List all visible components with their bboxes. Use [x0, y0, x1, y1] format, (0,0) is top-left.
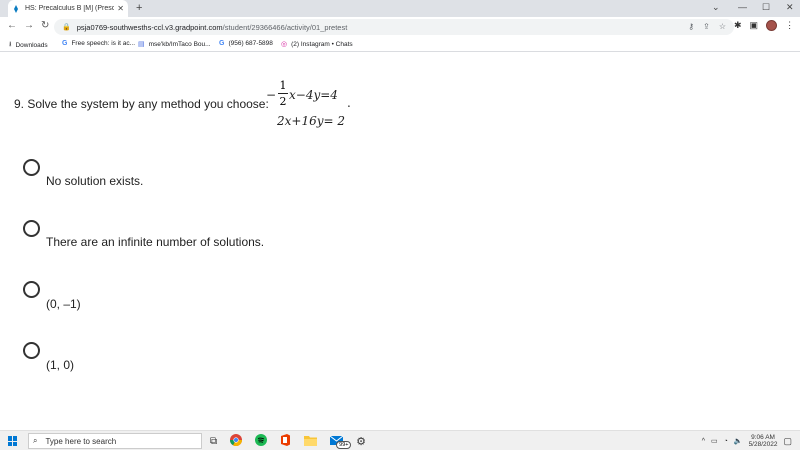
sidepanel-icon[interactable]: ▣: [750, 20, 759, 31]
share-icon[interactable]: ⇪: [703, 22, 710, 31]
fraction-bar: [278, 93, 288, 94]
clock-time: 9:06 AM: [751, 434, 775, 441]
page-content: 9. Solve the system by any method you ch…: [0, 52, 800, 430]
fraction-numerator: 1: [279, 79, 287, 92]
bookmark-label: (2) Instagram • Chats: [291, 40, 353, 48]
bookmark-label: (956) 687-5898: [228, 40, 273, 47]
option-label-3[interactable]: (0, –1): [46, 297, 81, 311]
address-bar[interactable]: 🔒 psja0769-southwesths-ccl.v3.gradpoint.…: [54, 19, 734, 35]
tab-title: HS: Precalculus B [M] (Prescriptio: [25, 5, 115, 12]
forward-icon[interactable]: →: [24, 20, 34, 31]
network-icon[interactable]: ◔: [724, 438, 728, 445]
system-tray: ^ ▭ ◔ 🔈 9:06 AM 5/28/2022 ▢: [702, 434, 792, 448]
url-host: psja0769-southwesths-ccl.v3.gradpoint.co…: [76, 22, 223, 32]
doc-icon: ▤: [138, 41, 145, 48]
bookmark-free-speech[interactable]: G Free speech: is it ac...: [62, 40, 135, 47]
battery-icon[interactable]: ▭: [711, 437, 718, 445]
fraction-denominator: 2: [279, 95, 287, 108]
bookmark-label: Downloads: [15, 42, 48, 49]
equation-1: x−4y=4: [289, 88, 338, 102]
key-icon[interactable]: ⚷: [688, 22, 694, 31]
url-path: /student/29366466/activity/01_pretest: [222, 22, 348, 32]
google-icon: G: [219, 40, 225, 47]
taskbar-search[interactable]: ⌕ Type here to search: [28, 433, 202, 449]
notifications-icon[interactable]: ▢: [783, 436, 792, 447]
tab-search-icon[interactable]: ⌄: [712, 2, 720, 13]
task-view-icon[interactable]: ⧉: [210, 436, 217, 447]
spotify-icon[interactable]: [255, 434, 268, 449]
volume-icon[interactable]: 🔈: [734, 437, 743, 445]
taskbar-clock[interactable]: 9:06 AM 5/28/2022: [749, 434, 778, 448]
browser-tab[interactable]: HS: Precalculus B [M] (Prescriptio ✕: [8, 0, 128, 17]
maximize-icon[interactable]: ☐: [762, 2, 770, 13]
browser-toolbar: ← → ↻ 🔒 psja0769-southwesths-ccl.v3.grad…: [0, 17, 800, 37]
equation-dot: .: [347, 96, 351, 110]
radio-option-3[interactable]: [23, 281, 40, 298]
bookmark-imtaco[interactable]: ▤ mse'kb/ImTaco Bou...: [138, 40, 211, 49]
fraction: 1 2: [278, 79, 288, 108]
radio-option-2[interactable]: [23, 220, 40, 237]
instagram-icon: ◎: [281, 41, 288, 48]
minimize-icon[interactable]: —: [738, 2, 747, 12]
tab-close-icon[interactable]: ✕: [117, 4, 124, 13]
download-icon: ⭳: [9, 41, 12, 48]
back-icon[interactable]: ←: [7, 20, 17, 31]
chrome-icon[interactable]: [230, 434, 243, 449]
radio-option-1[interactable]: [23, 159, 40, 176]
taskbar-search-placeholder: Type here to search: [45, 436, 117, 446]
profile-avatar[interactable]: [766, 20, 778, 31]
windows-taskbar: ⌕ Type here to search ⧉ 99+ ⚙ ^ ▭ ◔ 🔈 9:…: [0, 430, 800, 450]
windows-start-icon[interactable]: [8, 436, 18, 446]
search-icon: ⌕: [33, 436, 38, 445]
new-tab-button[interactable]: +: [136, 2, 142, 14]
bookmark-label: mse'kb/ImTaco Bou...: [148, 40, 211, 48]
bookmark-label: Free speech: is it ac...: [71, 40, 136, 47]
mail-badge: 99+: [336, 440, 352, 449]
bookmark-downloads[interactable]: ⭳ Downloads: [9, 40, 48, 51]
star-icon[interactable]: ☆: [719, 22, 726, 31]
bookmark-instagram[interactable]: ◎ (2) Instagram • Chats: [281, 40, 353, 49]
chevron-up-icon[interactable]: ^: [702, 438, 705, 445]
reload-icon[interactable]: ↻: [41, 20, 49, 31]
gradpoint-icon: [12, 4, 20, 13]
clock-date: 5/28/2022: [748, 441, 778, 448]
extensions-icon[interactable]: ✱: [734, 20, 742, 31]
option-label-1[interactable]: No solution exists.: [46, 174, 143, 188]
bookmark-phone[interactable]: G (956) 687-5898: [219, 40, 273, 47]
question-prompt: 9. Solve the system by any method you ch…: [14, 97, 269, 111]
office-icon[interactable]: [280, 434, 291, 449]
settings-icon[interactable]: ⚙: [356, 435, 366, 448]
close-window-icon[interactable]: ✕: [786, 2, 794, 13]
bookmarks-bar: ⭳ Downloads G Free speech: is it ac... ▤…: [0, 37, 800, 52]
file-explorer-icon[interactable]: [304, 435, 318, 449]
google-icon: G: [62, 40, 68, 47]
equation-minus: −: [266, 88, 277, 102]
tab-bar: HS: Precalculus B [M] (Prescriptio ✕ + ⌄…: [0, 0, 800, 17]
mail-icon[interactable]: 99+: [329, 435, 352, 449]
radio-option-4[interactable]: [23, 342, 40, 359]
option-label-4[interactable]: (1, 0): [46, 358, 74, 372]
menu-icon[interactable]: ⋮: [785, 20, 794, 31]
lock-icon: 🔒: [62, 24, 71, 31]
equation-2: 2x+16y= 2: [277, 114, 346, 128]
option-label-2[interactable]: There are an infinite number of solution…: [46, 235, 264, 249]
